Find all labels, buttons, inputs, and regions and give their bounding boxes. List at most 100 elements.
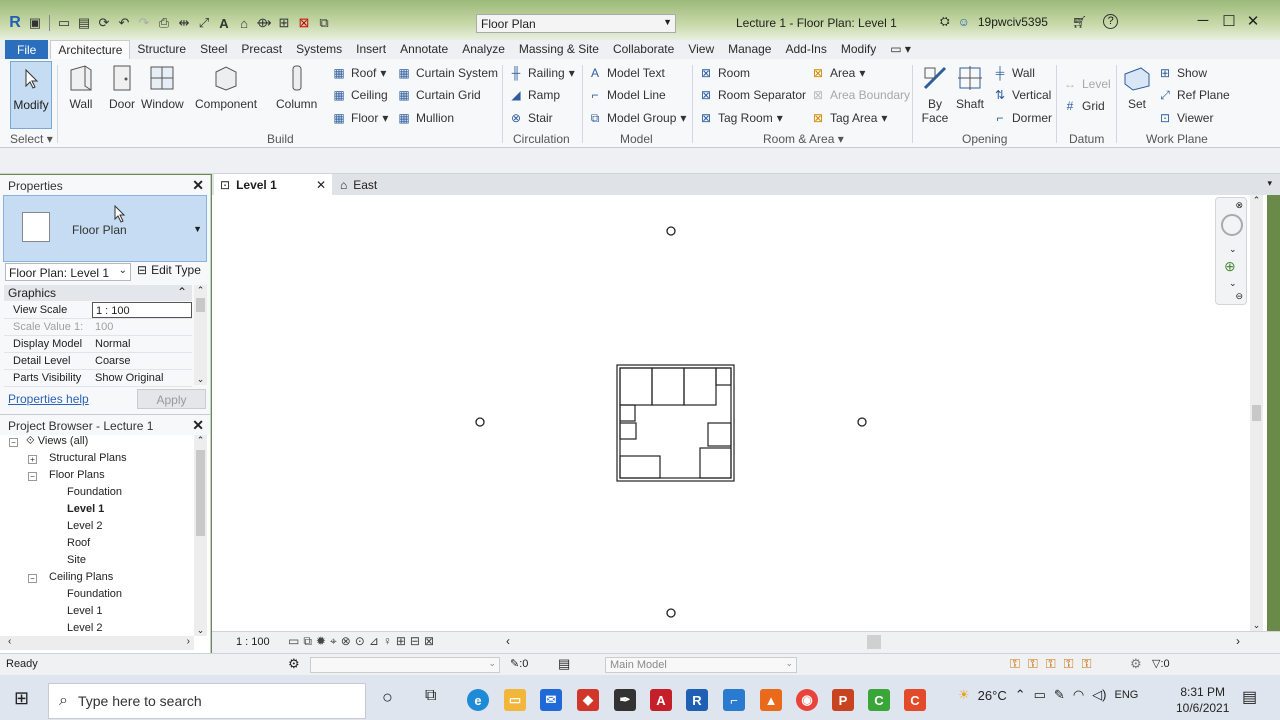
tree-node-ceiling-level-2[interactable]: Level 2 [67, 622, 102, 634]
tree-node-site[interactable]: Site [67, 554, 86, 566]
room-button[interactable]: ⊠ Room [698, 64, 750, 82]
close-icon[interactable]: ✕ [192, 177, 204, 194]
chevron-left-icon[interactable]: ‹ [506, 634, 510, 648]
tree-node-views-all[interactable]: ⟐ Views (all) [26, 435, 88, 448]
battery-icon[interactable]: ▭ [1034, 687, 1046, 703]
drawing-canvas[interactable] [212, 195, 1267, 631]
tab-view[interactable]: View [681, 40, 721, 59]
tab-insert[interactable]: Insert [349, 40, 393, 59]
level-button[interactable]: ↔ Level [1062, 75, 1111, 93]
tree-node-roof[interactable]: Roof [67, 537, 90, 549]
redo-icon[interactable]: ↷ [135, 14, 153, 32]
acrobat-icon[interactable]: A [650, 689, 672, 711]
h-scroll-thumb[interactable] [867, 635, 881, 649]
ribbon-options-icon[interactable]: ▭ ▾ [883, 40, 918, 59]
view-scale-control[interactable]: 1 : 100 [236, 636, 270, 648]
tab-massing-site[interactable]: Massing & Site [512, 40, 606, 59]
design-options-icon[interactable]: ▤ [558, 656, 570, 672]
sync-icon[interactable]: ⟳ [95, 14, 113, 32]
tab-menu-icon[interactable]: ▾ [1267, 178, 1272, 189]
chevron-right-icon[interactable]: › [1236, 634, 1240, 648]
properties-help-link[interactable]: Properties help [8, 392, 89, 406]
area-boundary-button[interactable]: ⊠ Area Boundary [810, 86, 910, 104]
ceiling-button[interactable]: ▦ Ceiling [331, 86, 387, 104]
close-button[interactable]: ✕ [1242, 12, 1264, 34]
tree-node-ceiling-foundation[interactable]: Foundation [67, 588, 122, 600]
section-icon[interactable]: ⟴ [255, 14, 273, 32]
windows-start-icon[interactable]: ⊞ [14, 688, 29, 709]
task-view-icon[interactable]: ⧉ [425, 687, 436, 705]
save-icon[interactable]: ▤ [75, 14, 93, 32]
tab-annotate[interactable]: Annotate [393, 40, 455, 59]
floor-button[interactable]: ▦ Floor ▾ [331, 109, 388, 127]
canvas-v-scrollbar[interactable]: ⌃ ⌄ [1250, 195, 1263, 631]
select-dropdown[interactable]: Select ▾ [10, 132, 53, 146]
chevron-down-icon[interactable]: ⌄ [1229, 244, 1237, 255]
cortana-icon[interactable]: ○ [382, 687, 393, 708]
property-row[interactable]: Detail Level Coarse [4, 353, 192, 370]
autocad-icon[interactable]: ⌐ [723, 689, 745, 711]
aligned-dimension-icon[interactable]: ⤢ [195, 14, 213, 32]
tab-steel[interactable]: Steel [193, 40, 234, 59]
shaft-button[interactable]: Shaft [955, 63, 985, 111]
tab-structure[interactable]: Structure [130, 40, 193, 59]
maximize-button[interactable]: ☐ [1218, 12, 1240, 34]
cart-icon[interactable]: 🛒︎ [1072, 15, 1087, 29]
background-processes-icon[interactable]: ⚙ [1130, 656, 1142, 672]
property-value-input[interactable]: 1 : 100 [92, 302, 192, 318]
revit-icon[interactable]: R [686, 689, 708, 711]
zoom-icon[interactable]: ⊕ [1224, 258, 1236, 275]
browser-scrollbar[interactable]: ⌃ ⌄ [194, 435, 207, 636]
thin-lines-icon[interactable]: ⊞ [275, 14, 293, 32]
weather-icon[interactable]: ☀ [958, 687, 970, 703]
close-hidden-icon[interactable]: ⊠ [295, 14, 313, 32]
property-row[interactable]: Display Model Normal [4, 336, 192, 353]
curtain-grid-button[interactable]: ▦ Curtain Grid [396, 86, 480, 104]
area-button[interactable]: ⊠ Area ▾ [810, 64, 865, 82]
viewer-button[interactable]: ⊡ Viewer [1157, 109, 1214, 127]
tag-area-button[interactable]: ⊠ Tag Area ▾ [810, 109, 887, 127]
tab-level-1[interactable]: ⊡ Level 1 ✕ [214, 174, 332, 195]
model-group-button[interactable]: ⧉ Model Group ▾ [587, 109, 687, 127]
tree-node-foundation[interactable]: Foundation [67, 486, 122, 498]
tab-systems[interactable]: Systems [289, 40, 349, 59]
modify-button[interactable]: Modify [10, 61, 52, 129]
model-line-button[interactable]: ⌐ Model Line [587, 86, 665, 104]
wall-button[interactable]: Wall [66, 63, 96, 111]
steering-wheel-icon[interactable] [1221, 214, 1243, 236]
grid-button[interactable]: # Grid [1062, 97, 1105, 115]
property-value[interactable]: Coarse [92, 353, 192, 369]
browser-h-scrollbar[interactable]: ‹ › [0, 636, 194, 650]
apply-button[interactable]: Apply [137, 389, 206, 409]
undo-icon[interactable]: ↶ [115, 14, 133, 32]
view-selector[interactable]: Floor Plan ▼ [476, 14, 676, 33]
mail-icon[interactable]: ✉ [540, 689, 562, 711]
view-control-icons[interactable]: ▭⧉✹⌖⊗⊙⊿♀⊞⊟⊠ [288, 634, 438, 649]
property-value[interactable]: Show Original [92, 370, 192, 386]
collapse-toggle[interactable]: − [28, 472, 37, 481]
property-row[interactable]: Parts Visibility Show Original [4, 370, 192, 387]
snagit-icon[interactable]: C [904, 689, 926, 711]
selection-filter-icons[interactable]: ⚿⚿⚿⚿⚿ [1010, 656, 1099, 672]
mullion-button[interactable]: ▦ Mullion [396, 109, 454, 127]
tab-manage[interactable]: Manage [721, 40, 778, 59]
wifi-icon[interactable]: ◠ [1073, 687, 1084, 703]
chevron-down-icon[interactable]: ⌄ [1229, 278, 1237, 289]
inkscape-icon[interactable]: ✒ [614, 689, 636, 711]
switch-windows-icon[interactable]: ⧉ [315, 14, 333, 32]
column-button[interactable]: Column [276, 63, 317, 111]
curtain-system-button[interactable]: ▦ Curtain System [396, 64, 498, 82]
worksets-icon[interactable]: ⚙ [288, 656, 300, 672]
instance-filter[interactable]: Floor Plan: Level 1 ⌄ [5, 263, 131, 281]
door-button[interactable]: Door [107, 63, 137, 111]
tab-architecture[interactable]: Architecture [50, 40, 131, 59]
roof-button[interactable]: ▦ Roof ▾ [331, 64, 386, 82]
model-text-button[interactable]: A Model Text [587, 64, 665, 82]
tree-node-ceiling-level-1[interactable]: Level 1 [67, 605, 102, 617]
vertical-opening-button[interactable]: ⇅ Vertical [992, 86, 1051, 104]
room-separator-button[interactable]: ⊠ Room Separator [698, 86, 806, 104]
active-workset-select[interactable]: ⌄ [310, 657, 500, 673]
tree-node-structural-plans[interactable]: Structural Plans [49, 452, 127, 464]
notifications-icon[interactable]: ▤ [1242, 687, 1257, 707]
file-explorer-icon[interactable]: ▭ [504, 689, 526, 711]
